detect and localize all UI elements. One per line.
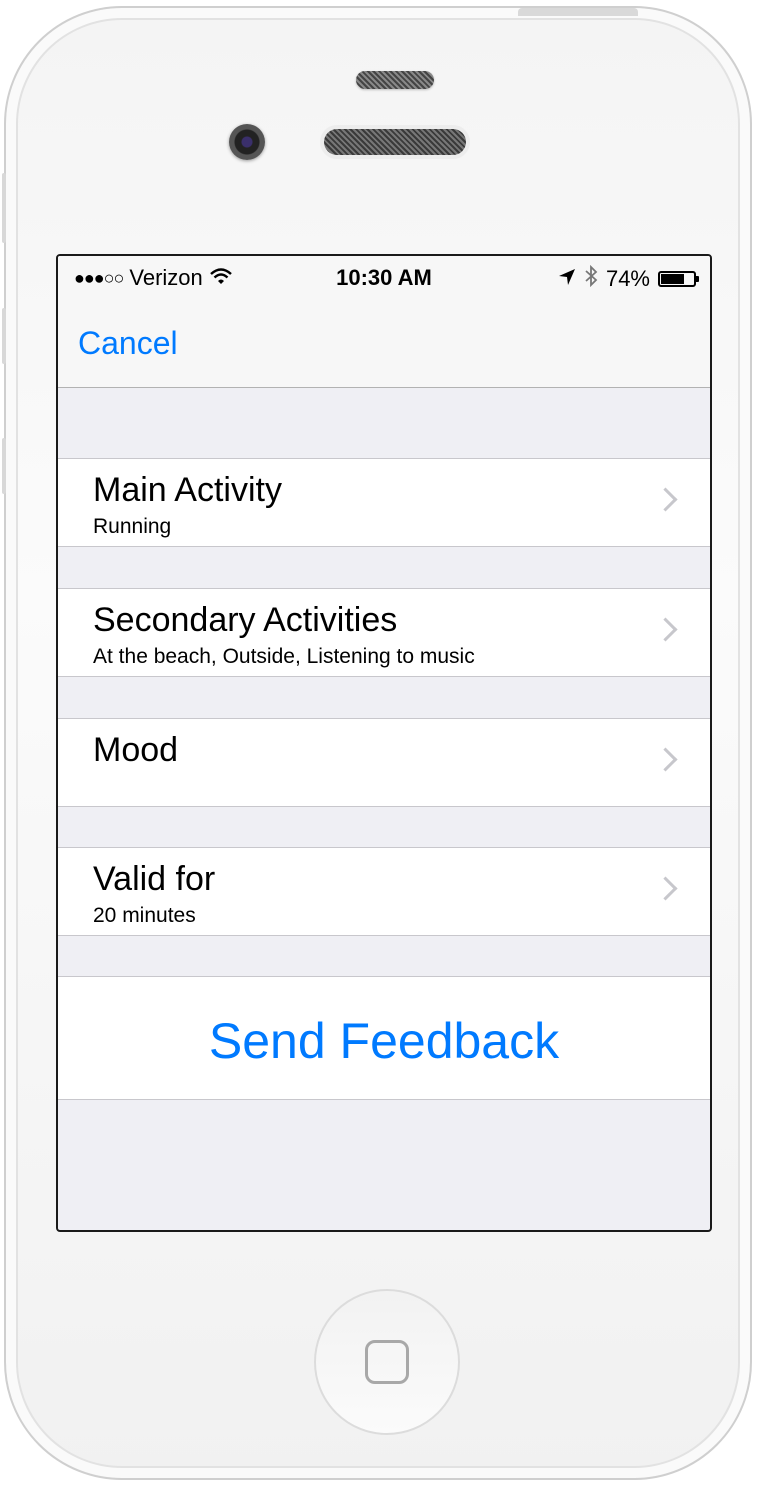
cell-valid-for[interactable]: Valid for 20 minutes — [58, 847, 710, 936]
battery-fill — [661, 274, 685, 284]
cell-title: Secondary Activities — [93, 601, 398, 639]
cell-title: Mood — [93, 731, 179, 769]
chevron-right-icon — [653, 876, 678, 901]
mute-switch — [2, 173, 6, 243]
location-arrow-icon — [558, 266, 576, 292]
cell-subtitle: At the beach, Outside, Listening to musi… — [93, 645, 475, 668]
cell-secondary-activities[interactable]: Secondary Activities At the beach, Outsi… — [58, 588, 710, 677]
cell-mood[interactable]: Mood — [58, 718, 710, 807]
home-square-icon — [365, 1340, 409, 1384]
send-feedback-label: Send Feedback — [208, 1013, 560, 1069]
proximity-sensor — [356, 71, 434, 89]
status-right: 74% — [558, 264, 699, 293]
earpiece-speaker — [324, 129, 466, 155]
front-camera — [229, 124, 265, 160]
volume-down-button — [2, 438, 6, 494]
home-button[interactable] — [314, 1289, 460, 1435]
bluetooth-icon — [584, 264, 598, 293]
cell-title: Valid for — [93, 860, 216, 898]
chevron-right-icon — [653, 617, 678, 642]
cell-subtitle: 20 minutes — [93, 904, 196, 927]
cell-subtitle: Running — [93, 515, 172, 538]
battery-icon — [658, 271, 699, 287]
battery-percent: 74% — [605, 266, 650, 291]
chevron-right-icon — [653, 747, 678, 772]
cell-title: Main Activity — [93, 471, 282, 509]
volume-up-button — [2, 308, 6, 364]
chevron-right-icon — [653, 487, 678, 512]
screen: ●●●○○ Verizon 10:30 AM 74% Cancel Main A… — [56, 254, 712, 1232]
status-bar: ●●●○○ Verizon 10:30 AM 74% — [58, 256, 710, 300]
navigation-bar: Cancel — [58, 300, 710, 388]
cancel-button[interactable]: Cancel — [78, 325, 178, 362]
power-button — [518, 8, 638, 16]
send-feedback-button[interactable]: Send Feedback — [58, 976, 710, 1100]
cell-main-activity[interactable]: Main Activity Running — [58, 458, 710, 547]
